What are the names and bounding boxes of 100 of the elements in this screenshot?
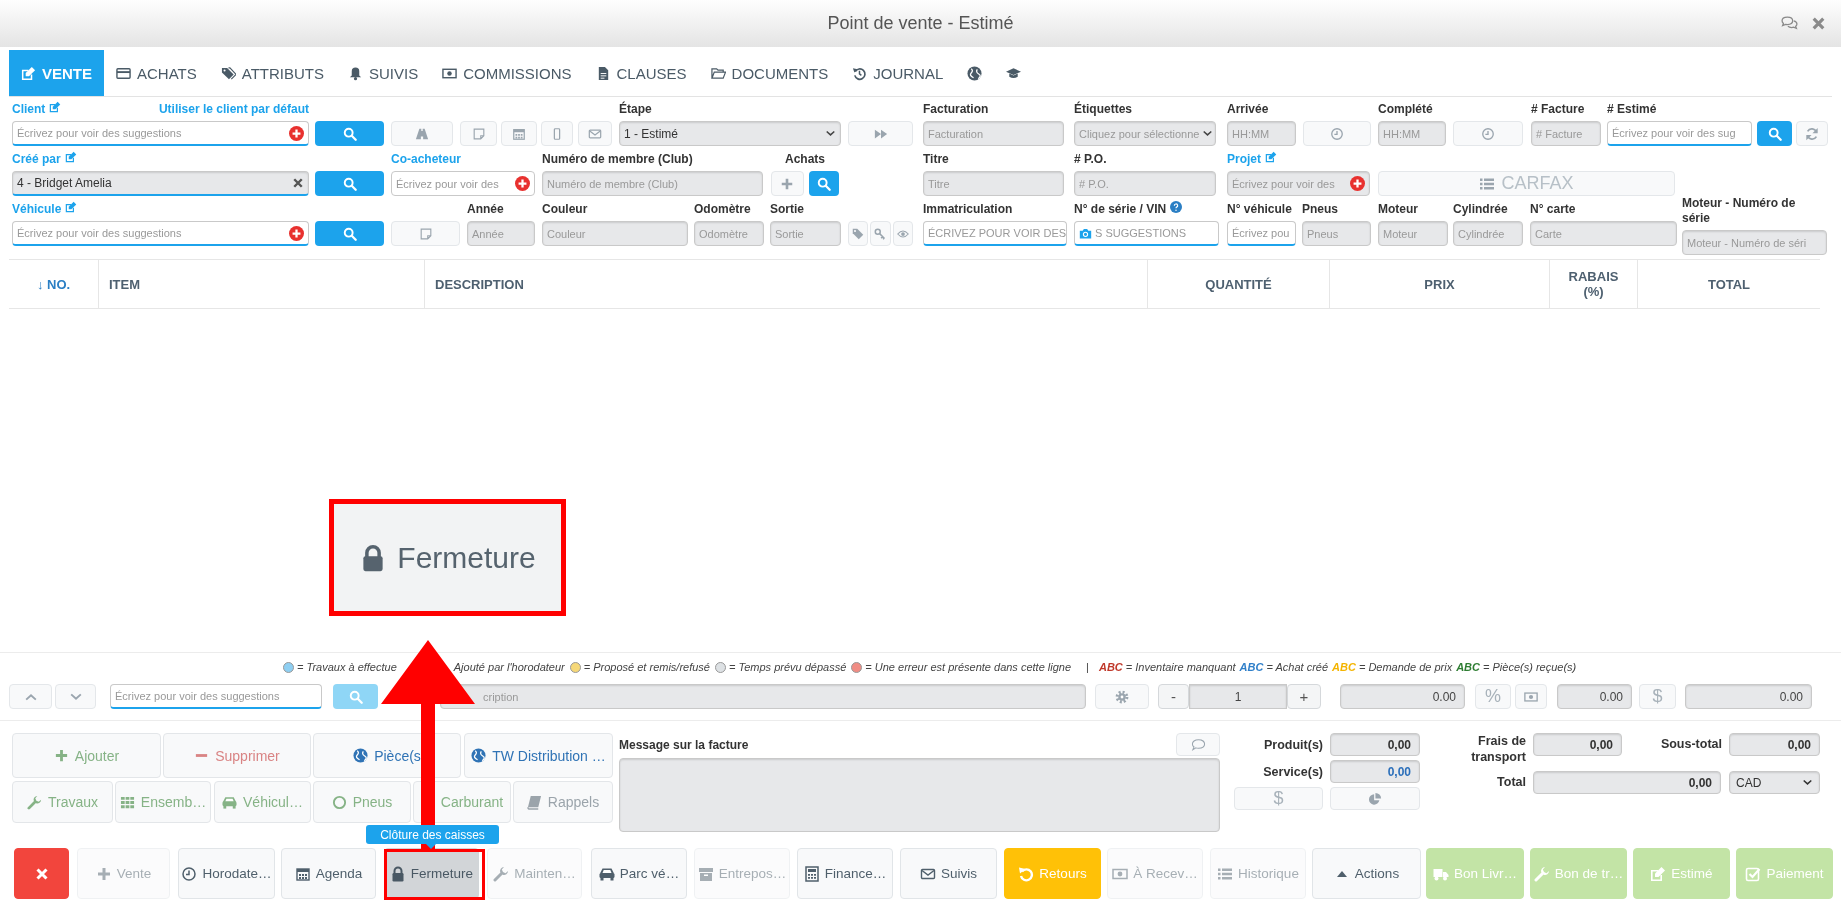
toolbar-button[interactable]: Actions [1312, 848, 1421, 899]
note-button[interactable] [460, 121, 497, 146]
toolbar-button[interactable]: Suivis [900, 848, 997, 899]
pie-chart-button[interactable] [1330, 787, 1420, 810]
decrease-button[interactable]: - [1158, 684, 1189, 709]
search-button[interactable] [808, 171, 839, 196]
subtotal-field: 0,00 [1729, 733, 1820, 756]
column-header[interactable]: ↓ NO. [9, 260, 99, 308]
text-field[interactable]: ÉCRIVEZ POUR VOIR DES [923, 221, 1067, 246]
comment-icon [1190, 737, 1206, 752]
calendar-button[interactable] [501, 121, 537, 146]
legend-text: = Pièce(s) reçue(s) [1483, 661, 1577, 673]
field-label: Titre [923, 151, 949, 166]
currency-dropdown[interactable]: CAD [1729, 771, 1820, 794]
total-field[interactable]: 0.00 [1685, 684, 1812, 709]
toolbar-button[interactable]: Agenda [281, 848, 376, 899]
settings-button[interactable] [1095, 684, 1149, 709]
move-up-button[interactable] [9, 684, 52, 709]
road-button[interactable] [391, 121, 453, 146]
search-button[interactable] [315, 171, 384, 196]
toolbar-button[interactable]: Finance… [797, 848, 893, 899]
toolbar-button[interactable]: Parc vé… [591, 848, 687, 899]
quantity-field[interactable]: 1 [1189, 684, 1287, 709]
cancel-button[interactable] [14, 848, 69, 899]
search-button[interactable] [315, 121, 384, 146]
search-button[interactable] [315, 221, 384, 246]
tab[interactable]: DOCUMENTS [698, 50, 841, 96]
clock-icon [181, 865, 198, 882]
price-field[interactable]: 0.00 [1340, 684, 1465, 709]
field-label: Sortie [770, 201, 804, 216]
discount-field[interactable]: 0.00 [1557, 684, 1632, 709]
field-label[interactable]: Client [12, 101, 46, 116]
column-header[interactable]: TOTAL [1638, 260, 1820, 308]
plus-icon [95, 865, 112, 882]
action-button[interactable]: Supprimer [163, 733, 311, 778]
dropdown[interactable]: 1 - Estimé [619, 121, 841, 146]
tab[interactable]: ATTRIBUTS [208, 50, 336, 96]
search-button[interactable] [1757, 121, 1792, 146]
message-label: Message sur la facture [619, 737, 749, 752]
road-icon [415, 126, 429, 141]
add-button[interactable] [771, 171, 804, 196]
column-header[interactable]: RABAIS (%) [1550, 260, 1638, 308]
text-field[interactable]: Écrivez pour voir des sug [1607, 121, 1752, 146]
tab[interactable]: SUIVIS [336, 50, 431, 96]
dollar-button[interactable]: $ [1234, 787, 1323, 810]
action-button[interactable]: Pneus [313, 781, 411, 823]
percent-button[interactable]: % [1475, 684, 1511, 709]
refresh-button[interactable] [1796, 121, 1828, 146]
column-header[interactable]: PRIX [1330, 260, 1550, 308]
text-field[interactable]: Écrivez pou [1227, 221, 1296, 246]
default-client-link[interactable]: Utiliser le client par défaut [158, 101, 309, 116]
text-field[interactable]: Écrivez pour voir des suggestions [12, 221, 309, 246]
clock-button[interactable] [1303, 121, 1371, 146]
column-header[interactable]: ITEM [99, 260, 425, 308]
action-button[interactable]: Travaux [12, 781, 113, 823]
calendar-icon [294, 865, 311, 882]
action-button[interactable]: Rappels [513, 781, 613, 823]
move-down-button[interactable] [55, 684, 96, 709]
calculator-icon [803, 865, 820, 882]
increase-button[interactable]: + [1287, 684, 1321, 709]
description-field[interactable]: cription [440, 684, 1086, 709]
action-button[interactable]: Ajouter [12, 733, 161, 778]
toolbar-button[interactable]: Retours [1004, 848, 1101, 899]
clock-button[interactable] [1453, 121, 1523, 146]
field-label[interactable]: Véhicule [12, 201, 62, 216]
item-search-field[interactable]: Écrivez pour voir des suggestions [110, 684, 322, 709]
search-icon [342, 226, 357, 241]
credit-card-icon [116, 65, 131, 81]
mail-button[interactable] [578, 121, 612, 146]
chevron-down-icon [1802, 777, 1813, 788]
chevron-down-icon [1202, 128, 1214, 139]
action-button[interactable]: Véhicul… [214, 781, 311, 823]
search-button[interactable] [333, 684, 378, 709]
action-button[interactable]: Pièce(s [313, 733, 461, 778]
note-button[interactable] [391, 221, 460, 246]
tab[interactable]: VENTE [9, 50, 104, 96]
phone-button[interactable] [541, 121, 573, 146]
field-label[interactable]: Co-acheteur [391, 151, 461, 166]
dollar-button[interactable]: $ [1639, 684, 1676, 709]
cash-button[interactable] [1515, 684, 1547, 709]
legend-code: ABC [1332, 661, 1356, 673]
text-field[interactable]: Écrivez pour voir des suggestions [12, 121, 309, 146]
key-button[interactable] [870, 221, 891, 246]
tag-button[interactable] [848, 221, 869, 246]
column-header[interactable]: QUANTITÉ [1148, 260, 1330, 308]
text-field[interactable]: S SUGGESTIONS [1074, 221, 1219, 246]
message-field[interactable] [619, 758, 1220, 832]
toolbar-button[interactable]: Horodate… [178, 848, 275, 899]
text-field[interactable]: Écrivez pour voir des [391, 171, 535, 196]
tab[interactable]: CLAUSES [583, 50, 699, 96]
action-button[interactable]: TW Distribution … [464, 733, 613, 778]
tab[interactable]: JOURNAL [840, 50, 956, 96]
action-button[interactable]: Ensemb… [115, 781, 211, 823]
eye-button[interactable] [892, 221, 913, 246]
column-header[interactable]: DESCRIPTION [425, 260, 1148, 308]
comment-button[interactable] [1176, 733, 1220, 756]
forward-button[interactable] [848, 121, 913, 146]
tab[interactable]: COMMISSIONS [430, 50, 584, 96]
dropdown[interactable]: Cliquez pour sélectionne [1074, 121, 1216, 146]
tab[interactable]: ACHATS [104, 50, 209, 96]
